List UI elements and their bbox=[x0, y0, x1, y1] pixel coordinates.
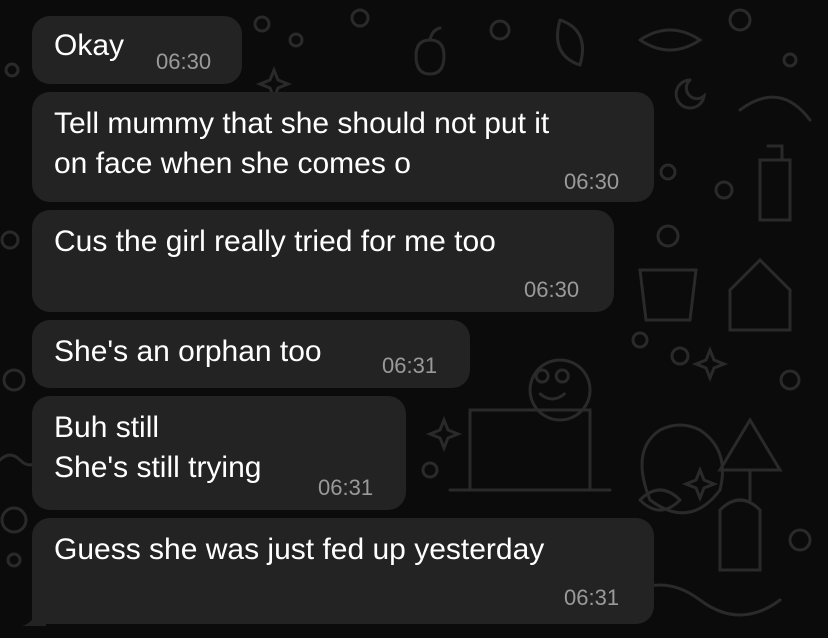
message-text: Okay bbox=[54, 26, 124, 66]
doodle-circle-icon bbox=[2, 368, 26, 392]
doodle-circle-icon bbox=[288, 32, 304, 48]
doodle-circle-icon bbox=[4, 62, 20, 78]
message-line: She's still trying bbox=[54, 451, 262, 484]
doodle-circle-icon bbox=[0, 230, 20, 250]
doodle-tree-icon bbox=[717, 417, 783, 502]
doodle-rocket-icon bbox=[718, 498, 762, 572]
message-line: She's an orphan too bbox=[54, 335, 322, 368]
doodle-avocado-icon bbox=[640, 423, 724, 515]
doodle-circle-icon bbox=[489, 19, 511, 41]
message-line: Okay bbox=[54, 29, 125, 62]
doodle-moon-icon bbox=[674, 78, 707, 110]
doodle-bottle-icon bbox=[758, 144, 792, 222]
message-bubble[interactable]: Tell mummy that she should not put it on… bbox=[32, 92, 654, 202]
message-timestamp: 06:30 bbox=[156, 49, 212, 74]
doodle-circle-icon bbox=[350, 8, 370, 28]
message-line: on face when she comes o bbox=[54, 147, 411, 180]
doodle-house-icon bbox=[728, 257, 792, 332]
doodle-circle-icon bbox=[779, 369, 801, 391]
doodle-leaf-icon bbox=[556, 18, 584, 67]
message-text: Tell mummy that she should not put it on… bbox=[54, 104, 549, 184]
doodle-circle-icon bbox=[659, 163, 677, 181]
message-timestamp: 06:31 bbox=[382, 353, 438, 378]
doodle-circle-icon bbox=[631, 331, 649, 349]
doodle-circle-icon bbox=[421, 461, 439, 479]
doodle-cup-icon bbox=[638, 268, 698, 322]
message-text: She's an orphan too bbox=[54, 332, 322, 372]
message-line: Guess she was just fed up yesterday bbox=[54, 533, 545, 566]
message-bubble[interactable]: She's an orphan too 06:31 bbox=[32, 320, 470, 388]
doodle-sparkle-icon bbox=[691, 345, 729, 383]
message-text: Buh still She's still trying bbox=[54, 408, 261, 488]
bubble-tail-icon bbox=[22, 604, 46, 626]
message-bubble[interactable]: Guess she was just fed up yesterday 06:3… bbox=[32, 518, 654, 624]
doodle-circle-icon bbox=[6, 552, 22, 568]
message-timestamp: 06:30 bbox=[564, 169, 620, 194]
doodle-sparkle-icon bbox=[425, 415, 463, 453]
doodle-circle-icon bbox=[670, 346, 690, 366]
message-line: Buh still bbox=[54, 411, 160, 444]
message-bubble[interactable]: Buh still She's still trying 06:31 bbox=[32, 396, 406, 510]
message-line: Tell mummy that she should not put it bbox=[54, 107, 550, 140]
doodle-taco-icon bbox=[738, 95, 812, 122]
doodle-circle-icon bbox=[788, 528, 812, 552]
message-bubble[interactable]: Okay 06:30 bbox=[32, 16, 242, 84]
message-timestamp: 06:30 bbox=[524, 277, 580, 302]
doodle-ring-icon bbox=[638, 28, 703, 52]
doodle-circle-icon bbox=[253, 15, 271, 33]
doodle-circle-icon bbox=[714, 180, 734, 200]
doodle-circle-icon bbox=[782, 52, 798, 68]
doodle-circle-icon bbox=[728, 8, 752, 32]
message-timestamp: 06:31 bbox=[318, 475, 374, 500]
doodle-circle-icon bbox=[656, 224, 680, 248]
message-timestamp: 06:31 bbox=[564, 585, 620, 610]
message-text: Guess she was just fed up yesterday bbox=[54, 530, 544, 570]
message-text: Cus the girl really tried for me too bbox=[54, 222, 496, 262]
message-bubble[interactable]: Cus the girl really tried for me too 06:… bbox=[32, 210, 614, 312]
doodle-sparkle-icon bbox=[681, 465, 719, 503]
message-line: Cus the girl really tried for me too bbox=[54, 225, 496, 258]
doodle-circle-icon bbox=[0, 506, 28, 534]
doodle-laptop-icon bbox=[448, 408, 612, 492]
doodle-apple-icon bbox=[414, 26, 446, 76]
